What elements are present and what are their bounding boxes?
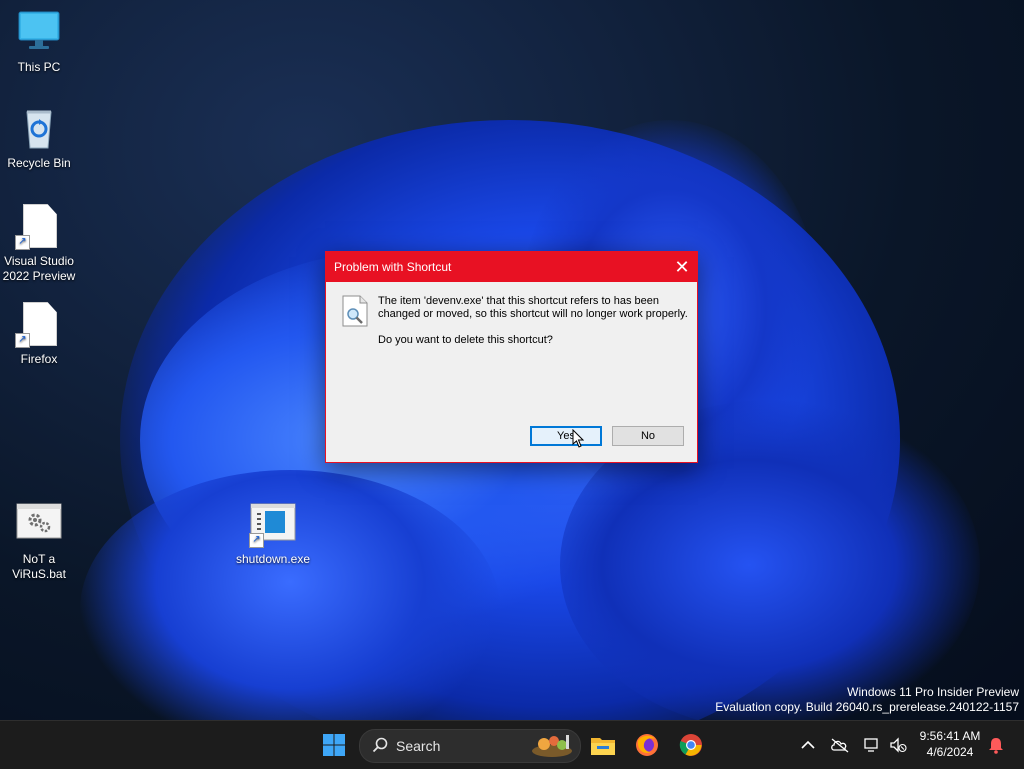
desktop-icon-shutdown-exe[interactable]: ↗ shutdown.exe	[230, 500, 316, 567]
windows-watermark: Windows 11 Pro Insider Preview Evaluatio…	[715, 685, 1019, 715]
desktop-icon-label: This PC	[17, 60, 61, 74]
search-highlight-icon	[530, 732, 574, 761]
gear-file-icon	[15, 500, 63, 548]
desktop-icon-label: Recycle Bin	[7, 156, 71, 170]
file-explorer-icon[interactable]	[587, 729, 619, 761]
desktop: This PC Recycle Bin ↗ Visual Studio 2022…	[0, 0, 1024, 720]
problem-with-shortcut-dialog: Problem with Shortcut ✕ The item 'devenv…	[325, 251, 698, 463]
clock-date: 4/6/2024	[926, 745, 974, 759]
taskbar-search-box[interactable]: Search	[359, 729, 581, 763]
mouse-cursor-icon	[572, 428, 585, 453]
shortcut-arrow-icon: ↗	[15, 333, 30, 348]
volume-muted-icon[interactable]	[882, 729, 914, 761]
yes-button[interactable]: Yes	[530, 426, 602, 446]
search-icon	[372, 737, 388, 756]
recycle-bin-icon	[15, 104, 63, 152]
onedrive-offline-icon[interactable]	[824, 729, 856, 761]
firefox-icon[interactable]	[631, 729, 663, 761]
dialog-body: The item 'devenv.exe' that this shortcut…	[326, 282, 697, 407]
taskbar-clock[interactable]: 9:56:41 AM 4/6/2024	[912, 728, 988, 760]
close-icon[interactable]: ✕	[667, 252, 697, 282]
shortcut-arrow-icon: ↗	[15, 235, 30, 250]
notification-bell-icon[interactable]	[980, 729, 1012, 761]
monitor-icon	[15, 8, 63, 56]
search-document-icon	[342, 295, 368, 327]
file-shortcut-icon: ↗	[15, 202, 63, 250]
no-button[interactable]: No	[612, 426, 684, 446]
watermark-line: Evaluation copy. Build 26040.rs_prerelea…	[715, 700, 1019, 714]
dialog-message: The item 'devenv.exe' that this shortcut…	[378, 295, 688, 320]
desktop-icon-visual-studio[interactable]: ↗ Visual Studio 2022 Preview	[1, 202, 77, 284]
taskbar: Search 9:56:41 AM 4/6/2024	[0, 720, 1024, 769]
desktop-icon-label: NoT a ViRuS.bat	[12, 552, 66, 581]
watermark-line: Windows 11 Pro Insider Preview	[847, 685, 1019, 699]
desktop-icon-this-pc[interactable]: This PC	[1, 8, 77, 75]
dialog-title: Problem with Shortcut	[334, 260, 452, 274]
desktop-icon-label: Firefox	[20, 352, 58, 366]
file-shortcut-icon: ↗	[15, 300, 63, 348]
desktop-icon-bat-file[interactable]: NoT a ViRuS.bat	[1, 500, 77, 582]
desktop-icon-recycle-bin[interactable]: Recycle Bin	[1, 104, 77, 171]
dialog-question: Do you want to delete this shortcut?	[378, 334, 553, 346]
exe-file-icon: ↗	[249, 500, 297, 548]
desktop-icon-label: shutdown.exe	[235, 552, 311, 566]
desktop-icon-firefox[interactable]: ↗ Firefox	[1, 300, 77, 367]
search-placeholder: Search	[396, 738, 441, 754]
desktop-icon-label: Visual Studio 2022 Preview	[2, 254, 76, 283]
dialog-titlebar[interactable]: Problem with Shortcut ✕	[326, 252, 697, 282]
shortcut-arrow-icon: ↗	[249, 533, 264, 548]
windows-start-icon[interactable]	[318, 729, 350, 761]
clock-time: 9:56:41 AM	[919, 729, 981, 743]
chrome-icon[interactable]	[675, 729, 707, 761]
chevron-up-icon[interactable]	[792, 729, 824, 761]
